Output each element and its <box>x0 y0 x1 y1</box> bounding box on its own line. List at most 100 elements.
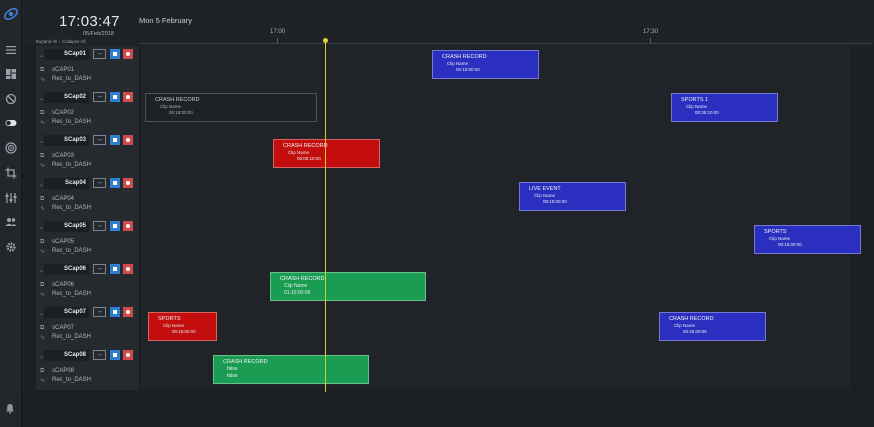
channel-controls: ⌄ SCap05 → ⧉ sCAP05 ∿ Rec_to_DASH <box>36 218 140 261</box>
schedule-event[interactable]: CRASH RECORD Clip Name 00:15:00:00 <box>145 93 317 122</box>
schedule-event[interactable]: CRASH RECORD Clip Name 01:15:00:00 <box>270 272 426 301</box>
timer-icon[interactable] <box>4 92 18 106</box>
dashboard-icon[interactable] <box>4 67 18 81</box>
schedule-event[interactable]: LIVE EVENT Clip Name 00:15:00:00 <box>519 182 626 211</box>
users-icon[interactable] <box>4 215 18 229</box>
schedule-event[interactable]: CRASH RECORD false false <box>213 355 369 384</box>
stop-button[interactable] <box>110 135 120 145</box>
signal-icon: ∿ <box>40 292 46 298</box>
channel-source: sCAP01 <box>52 67 75 73</box>
event-duration: 01:15:00:00 <box>284 290 311 296</box>
schedule-event[interactable]: CRASH RECORD Clip Name 00:05:10:00 <box>273 139 380 168</box>
record-button[interactable] <box>123 221 133 231</box>
channel-source: sCAP07 <box>52 325 75 331</box>
channel-controls: ⌄ SCap01 → ⧉ sCAP01 ∿ Rec_to_DASH <box>36 46 140 89</box>
channel-timeline[interactable]: CRASH RECORD Clip Name 00:05:10:00 <box>140 132 850 175</box>
channel-timeline[interactable]: LIVE EVENT Clip Name 00:15:00:00 <box>140 175 850 218</box>
copy-icon: ⧉ <box>40 325 45 331</box>
channel-output: Rec_to_DASH <box>52 291 92 297</box>
copy-icon: ⧉ <box>40 153 45 159</box>
record-button[interactable] <box>123 307 133 317</box>
record-button[interactable] <box>123 178 133 188</box>
app-window: 17:03:47 05/Feb/2018 Expand All | Collap… <box>0 0 874 427</box>
channel-timeline[interactable]: CRASH RECORD Clip Name 00:15:00:00 <box>140 46 850 89</box>
gear-icon[interactable] <box>4 240 18 254</box>
record-button[interactable] <box>123 92 133 102</box>
menu-icon[interactable] <box>4 43 18 57</box>
sliders-icon[interactable] <box>4 191 18 205</box>
event-duration: 00:15:00:00 <box>172 329 196 334</box>
playhead-line[interactable] <box>325 40 326 393</box>
expand-all-link[interactable]: Expand All <box>36 39 57 44</box>
stop-button[interactable] <box>110 92 120 102</box>
route-button[interactable]: → <box>93 92 106 102</box>
event-duration: 00:15:00:00 <box>778 242 802 247</box>
app-logo[interactable] <box>3 6 19 22</box>
copy-icon: ⧉ <box>40 239 45 245</box>
event-clip: Clip Name <box>534 193 556 198</box>
record-button[interactable] <box>123 135 133 145</box>
channel-row: ⌄ SCap03 → ⧉ sCAP03 ∿ Rec_to_DASH CRASH … <box>36 132 850 175</box>
event-title: CRASH RECORD <box>283 143 328 149</box>
event-clip: Clip Name <box>447 61 469 66</box>
bell-icon[interactable] <box>5 403 15 416</box>
schedule-event[interactable]: SPORTS Clip Name 00:15:00:00 <box>148 312 217 341</box>
channel-row: ⌄ SCap01 → ⧉ sCAP01 ∿ Rec_to_DASH CRASH … <box>36 46 850 89</box>
event-duration: 00:05:10:00 <box>297 156 321 161</box>
schedule-event[interactable]: CRASH RECORD Clip Name 00:25:00:05 <box>659 312 766 341</box>
channel-row: ⌄ SCap06 → ⧉ sCAP06 ∿ Rec_to_DASH CRASH … <box>36 261 850 304</box>
route-button[interactable]: → <box>93 264 106 274</box>
route-button[interactable]: → <box>93 350 106 360</box>
route-button[interactable]: → <box>93 307 106 317</box>
time-tick-label: 17:00 <box>270 29 286 35</box>
schedule-event[interactable]: SPORTS 1 Clip Name 00:35:10:00 <box>671 93 778 122</box>
event-title: CRASH RECORD <box>223 359 268 365</box>
channel-timeline[interactable]: CRASH RECORD Clip Name 01:15:00:00 <box>140 261 850 304</box>
stop-button[interactable] <box>110 350 120 360</box>
channel-timeline[interactable]: CRASH RECORD false false <box>140 347 850 390</box>
channel-controls: ⌄ SCap03 → ⧉ sCAP03 ∿ Rec_to_DASH <box>36 132 140 175</box>
event-title: SPORTS 1 <box>681 97 709 103</box>
channel-output: Rec_to_DASH <box>52 205 92 211</box>
channel-name: Scap04 <box>44 178 89 189</box>
target-icon[interactable] <box>4 141 18 155</box>
toggle-icon[interactable] <box>4 116 18 130</box>
header-bar: 17:03:47 05/Feb/2018 Expand All | Collap… <box>22 0 874 46</box>
stop-button[interactable] <box>110 221 120 231</box>
schedule-event[interactable]: CRASH RECORD Clip Name 00:15:00:00 <box>432 50 539 79</box>
channel-row: ⌄ SCap07 → ⧉ sCAP07 ∿ Rec_to_DASH SPORTS… <box>36 304 850 347</box>
channel-controls: ⌄ SCap07 → ⧉ sCAP07 ∿ Rec_to_DASH <box>36 304 140 347</box>
stop-button[interactable] <box>110 264 120 274</box>
channel-timeline[interactable]: CRASH RECORD Clip Name 00:15:00:00 SPORT… <box>140 89 850 132</box>
event-duration: false <box>227 373 238 379</box>
channel-timeline[interactable]: SPORTS Clip Name 00:15:00:00 CRASH RECOR… <box>140 304 850 347</box>
signal-icon: ∿ <box>40 378 46 384</box>
stop-button[interactable] <box>110 307 120 317</box>
route-button[interactable]: → <box>93 135 106 145</box>
schedule-event[interactable]: SPORTS Clip Name 00:15:00:00 <box>754 225 861 254</box>
event-title: CRASH RECORD <box>155 97 200 103</box>
channel-source: sCAP03 <box>52 153 75 159</box>
stop-button[interactable] <box>110 178 120 188</box>
channel-timeline[interactable]: SPORTS Clip Name 00:15:00:00 <box>140 218 861 261</box>
event-clip: Clip Name <box>160 104 182 109</box>
channel-output: Rec_to_DASH <box>52 248 92 254</box>
playhead-handle[interactable] <box>323 38 328 43</box>
route-button[interactable]: → <box>93 49 106 59</box>
crop-icon[interactable] <box>4 166 18 180</box>
channel-source: sCAP08 <box>52 368 75 374</box>
record-button[interactable] <box>123 350 133 360</box>
channel-rows: ⌄ SCap01 → ⧉ sCAP01 ∿ Rec_to_DASH CRASH … <box>36 46 861 392</box>
channel-name: SCap06 <box>44 264 89 275</box>
collapse-all-link[interactable]: Collapse All <box>62 39 86 44</box>
stop-button[interactable] <box>110 49 120 59</box>
record-button[interactable] <box>123 49 133 59</box>
signal-icon: ∿ <box>40 206 46 212</box>
record-button[interactable] <box>123 264 133 274</box>
event-duration: 00:15:00:00 <box>169 110 193 115</box>
copy-icon: ⧉ <box>40 67 45 73</box>
route-button[interactable]: → <box>93 221 106 231</box>
channel-name: SCap05 <box>44 221 89 232</box>
channel-output: Rec_to_DASH <box>52 334 92 340</box>
route-button[interactable]: → <box>93 178 106 188</box>
